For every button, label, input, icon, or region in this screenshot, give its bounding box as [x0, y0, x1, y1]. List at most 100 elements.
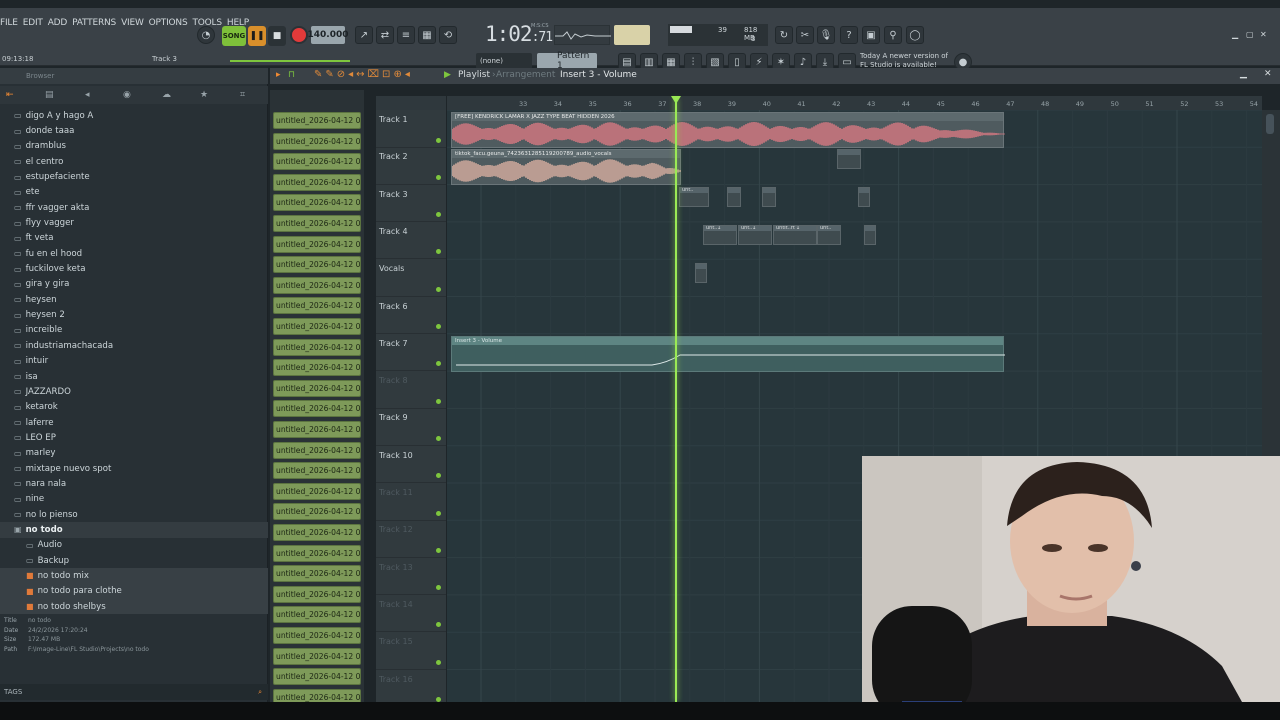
- pattern-clip-item[interactable]: untitled_2026-04-12 09-: [273, 132, 361, 150]
- playlist-target[interactable]: Insert 3 - Volume: [560, 70, 637, 80]
- browser-folder-item[interactable]: ▣ no todo: [0, 522, 268, 538]
- browser-file-item[interactable]: ■ no todo mix: [0, 568, 268, 584]
- track-header[interactable]: Track 11: [376, 483, 446, 521]
- pattern-clip-item[interactable]: untitled_2026-04-12 09-: [273, 482, 361, 500]
- pattern-clip-item[interactable]: untitled_2026-04-12 09-: [273, 359, 361, 377]
- playlist-minimize-icon[interactable]: ▁: [1240, 69, 1247, 79]
- play-pause-button[interactable]: ❚❚: [248, 26, 266, 46]
- wait-input-icon[interactable]: ↗: [355, 26, 373, 44]
- track-header[interactable]: Track 1: [376, 110, 446, 148]
- browser-folder-item[interactable]: ▭ ete: [0, 185, 268, 200]
- browser-file-item[interactable]: ■ no todo shelbys: [0, 599, 268, 615]
- playhead[interactable]: [675, 98, 677, 702]
- tempo-display[interactable]: 140.000: [308, 26, 349, 44]
- track-enable-led[interactable]: [436, 249, 441, 255]
- pattern-clip-item[interactable]: untitled_2026-04-12 09-: [273, 627, 361, 644]
- audio-clip-beat[interactable]: [FREE] KENDRICK LAMAR X JAZZ TYPE BEAT H…: [451, 112, 1005, 148]
- menu-patterns[interactable]: PATTERNS: [72, 18, 116, 34]
- browser-folder-item[interactable]: ▭ no lo pienso: [0, 507, 268, 522]
- pattern-clip-item[interactable]: untitled_2026-04-12 09-: [273, 441, 361, 459]
- pattern-clip-item[interactable]: untitled_2026-04-12 09-: [273, 173, 361, 191]
- menu-add[interactable]: ADD: [48, 18, 68, 34]
- microphone-icon[interactable]: 🎙: [817, 26, 835, 44]
- pattern-clip-item[interactable]: untitled_2026-04-12 09-: [273, 112, 361, 129]
- minimize-icon[interactable]: ▁: [1232, 30, 1238, 39]
- track-enable-led[interactable]: [436, 174, 441, 180]
- mini-clip[interactable]: untit..rt 1: [773, 225, 817, 245]
- browser-folder-item[interactable]: ▭ nara nala: [0, 476, 268, 491]
- pattern-clip-item[interactable]: untitled_2026-04-12 09-: [273, 668, 361, 686]
- close-icon[interactable]: ✕: [1260, 30, 1267, 39]
- browser-folder-item[interactable]: ▭ digo A y hago A: [0, 108, 268, 123]
- pattern-clip-item[interactable]: untitled_2026-04-12 09-: [273, 256, 361, 274]
- browser-folder-item[interactable]: ▭ dramblus: [0, 139, 268, 154]
- pattern-clip-item[interactable]: untitled_2026-04-12 09-: [273, 585, 361, 603]
- browser-folder-item[interactable]: ▭ heysen 2: [0, 307, 268, 322]
- pattern-clip-item[interactable]: untitled_2026-04-12 09-: [273, 318, 361, 335]
- loop-record-icon[interactable]: ⟲: [439, 26, 457, 44]
- pattern-clip-item[interactable]: untitled_2026-04-12 09-: [273, 297, 361, 315]
- track-header[interactable]: Track 4: [376, 222, 446, 260]
- browser-folder-item[interactable]: ▭ ft veta: [0, 231, 268, 246]
- mini-clip[interactable]: [864, 225, 876, 245]
- pattern-clip-item[interactable]: untitled_2026-04-12 09-: [273, 153, 361, 171]
- pattern-clip-item[interactable]: untitled_2026-04-12 09-: [273, 524, 361, 541]
- track-header[interactable]: Track 7: [376, 334, 446, 372]
- mini-clip[interactable]: [762, 187, 776, 207]
- track-header[interactable]: Track 2: [376, 147, 446, 185]
- browser-folder-item[interactable]: ▭ JAZZARDO: [0, 384, 268, 399]
- mini-clip[interactable]: unt..1: [738, 225, 772, 245]
- browser-folder-item[interactable]: ▭ industriamachacada: [0, 338, 268, 353]
- track-header[interactable]: Track 13: [376, 558, 446, 596]
- mini-clip[interactable]: [837, 149, 861, 169]
- pattern-selector[interactable]: Pattern 1: [537, 51, 597, 71]
- track-enable-led[interactable]: [436, 324, 441, 329]
- pattern-clip-item[interactable]: untitled_2026-04-12 09-: [273, 235, 361, 253]
- browser-tab-cloud-icon[interactable]: ☁: [162, 90, 171, 100]
- pattern-clip-item[interactable]: untitled_2026-04-12 09-: [273, 215, 361, 232]
- track-enable-led[interactable]: [436, 659, 441, 665]
- browser-folder-item[interactable]: ▭ marley: [0, 446, 268, 461]
- track-enable-led[interactable]: [436, 547, 441, 553]
- refresh-icon[interactable]: ↻: [775, 26, 793, 44]
- track-enable-led[interactable]: [436, 585, 441, 591]
- track-header[interactable]: Track 9: [376, 408, 446, 446]
- pattern-clip-item[interactable]: untitled_2026-04-12 09-: [273, 462, 361, 480]
- record-button[interactable]: [290, 26, 308, 44]
- cut-icon[interactable]: ✂: [796, 26, 814, 44]
- metronome-icon[interactable]: ◔: [197, 26, 215, 44]
- playlist-close-icon[interactable]: ✕: [1264, 69, 1272, 79]
- track-enable-led[interactable]: [436, 510, 441, 516]
- pattern-clip-item[interactable]: untitled_2026-04-12 09-: [273, 338, 361, 356]
- browser-folder-item[interactable]: ▭ fu en el hood: [0, 246, 268, 261]
- browser-tab-star-icon[interactable]: ★: [200, 90, 208, 100]
- browser-back-icon[interactable]: ⇤: [6, 90, 14, 100]
- track-header[interactable]: Track 12: [376, 520, 446, 558]
- browser-folder-item[interactable]: ▭ heysen: [0, 292, 268, 307]
- automation-clip[interactable]: Insert 3 - Volume: [451, 336, 1005, 372]
- song-mode-button[interactable]: SONG: [222, 26, 246, 46]
- track-enable-led[interactable]: [436, 435, 441, 441]
- browser-folder-item[interactable]: ▭ ketarok: [0, 400, 268, 415]
- track-enable-led[interactable]: [436, 361, 441, 367]
- pattern-clip-item[interactable]: untitled_2026-04-12 09-: [273, 400, 361, 418]
- countdown-icon[interactable]: ⇄: [376, 26, 394, 44]
- pattern-clip-item[interactable]: untitled_2026-04-12 09-: [273, 421, 361, 438]
- mini-clip[interactable]: [695, 263, 707, 283]
- track-header[interactable]: Track 15: [376, 632, 446, 670]
- pattern-clip-item[interactable]: untitled_2026-04-12 09-: [273, 565, 361, 583]
- browser-folder-item[interactable]: ▭ nine: [0, 492, 268, 507]
- browser-folder-item[interactable]: ▭ estupefaciente: [0, 169, 268, 184]
- browser-folder-item[interactable]: ▭ flyy vagger: [0, 215, 268, 230]
- magnet-icon[interactable]: ⊓: [288, 70, 295, 80]
- track-header[interactable]: Track 14: [376, 595, 446, 633]
- pattern-clip-item[interactable]: untitled_2026-04-12 09-: [273, 194, 361, 212]
- tags-bar[interactable]: TAGS ⌕: [0, 684, 268, 700]
- browser-folder-item[interactable]: ▭ ffr vagger akta: [0, 200, 268, 215]
- audio-clip-vocals[interactable]: tiktok_facu.geuna_7423631285119200789_au…: [451, 149, 681, 185]
- track-header[interactable]: Vocals: [376, 259, 446, 297]
- pattern-clip-item[interactable]: untitled_2026-04-12 09-: [273, 606, 361, 624]
- track-header[interactable]: Track 3: [376, 185, 446, 223]
- track-enable-led[interactable]: [436, 622, 441, 628]
- browser-tab-speaker-icon[interactable]: ◂: [85, 90, 90, 100]
